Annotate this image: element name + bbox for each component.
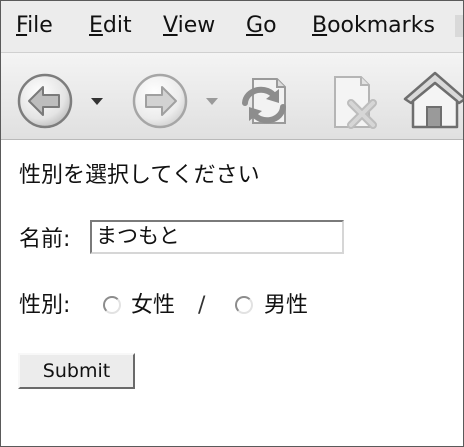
navigation-toolbar <box>1 53 463 140</box>
menu-file-mnemonic: F <box>16 13 28 38</box>
forward-button[interactable] <box>130 71 190 131</box>
menu-bookmarks[interactable]: Bookmarks <box>312 13 435 39</box>
menu-bar: File Edit View Go Bookmarks <box>1 1 463 53</box>
back-button[interactable] <box>15 71 75 131</box>
stop-button[interactable] <box>327 73 385 133</box>
forward-history-dropdown[interactable] <box>205 93 219 105</box>
menu-go-label: o <box>263 13 277 38</box>
female-label: 女性 <box>131 293 176 318</box>
radio-male[interactable] <box>235 296 253 314</box>
menu-edit[interactable]: Edit <box>89 13 132 39</box>
browser-window: File Edit View Go Bookmarks 性別を選択してください … <box>0 0 464 447</box>
menu-edit-label: dit <box>102 13 132 38</box>
page-heading: 性別を選択してください <box>19 163 260 188</box>
menu-view-mnemonic: V <box>163 13 178 38</box>
forward-icon <box>132 73 188 129</box>
menu-file[interactable]: File <box>16 13 53 39</box>
dropdown-arrow-icon <box>91 98 103 105</box>
stop-icon <box>334 76 377 129</box>
home-icon <box>403 71 463 129</box>
option-separator: / <box>198 293 206 318</box>
menu-go-mnemonic: G <box>246 13 264 38</box>
menu-overflow <box>455 15 463 37</box>
menu-file-label: ile <box>27 13 53 38</box>
menu-edit-mnemonic: E <box>89 13 103 38</box>
page-content: 性別を選択してください 名前: まつもと 性別: 女性 / 男性 Submit <box>1 140 463 446</box>
back-icon <box>17 73 73 129</box>
back-history-dropdown[interactable] <box>90 93 104 105</box>
dropdown-arrow-icon <box>206 98 218 105</box>
radio-female[interactable] <box>103 296 121 314</box>
menu-bookmarks-mnemonic: B <box>312 13 328 38</box>
submit-button[interactable]: Submit <box>18 353 135 389</box>
menu-view-label: iew <box>177 13 216 38</box>
name-label: 名前: <box>19 227 71 252</box>
menu-view[interactable]: View <box>163 13 215 39</box>
home-button[interactable] <box>401 67 463 133</box>
reload-button[interactable] <box>235 73 297 131</box>
reload-icon <box>242 78 286 124</box>
male-label: 男性 <box>264 293 309 318</box>
menu-go[interactable]: Go <box>246 13 277 39</box>
gender-label: 性別: <box>19 293 71 318</box>
menu-bookmarks-label: ookmarks <box>327 13 435 38</box>
name-input[interactable]: まつもと <box>90 220 344 254</box>
